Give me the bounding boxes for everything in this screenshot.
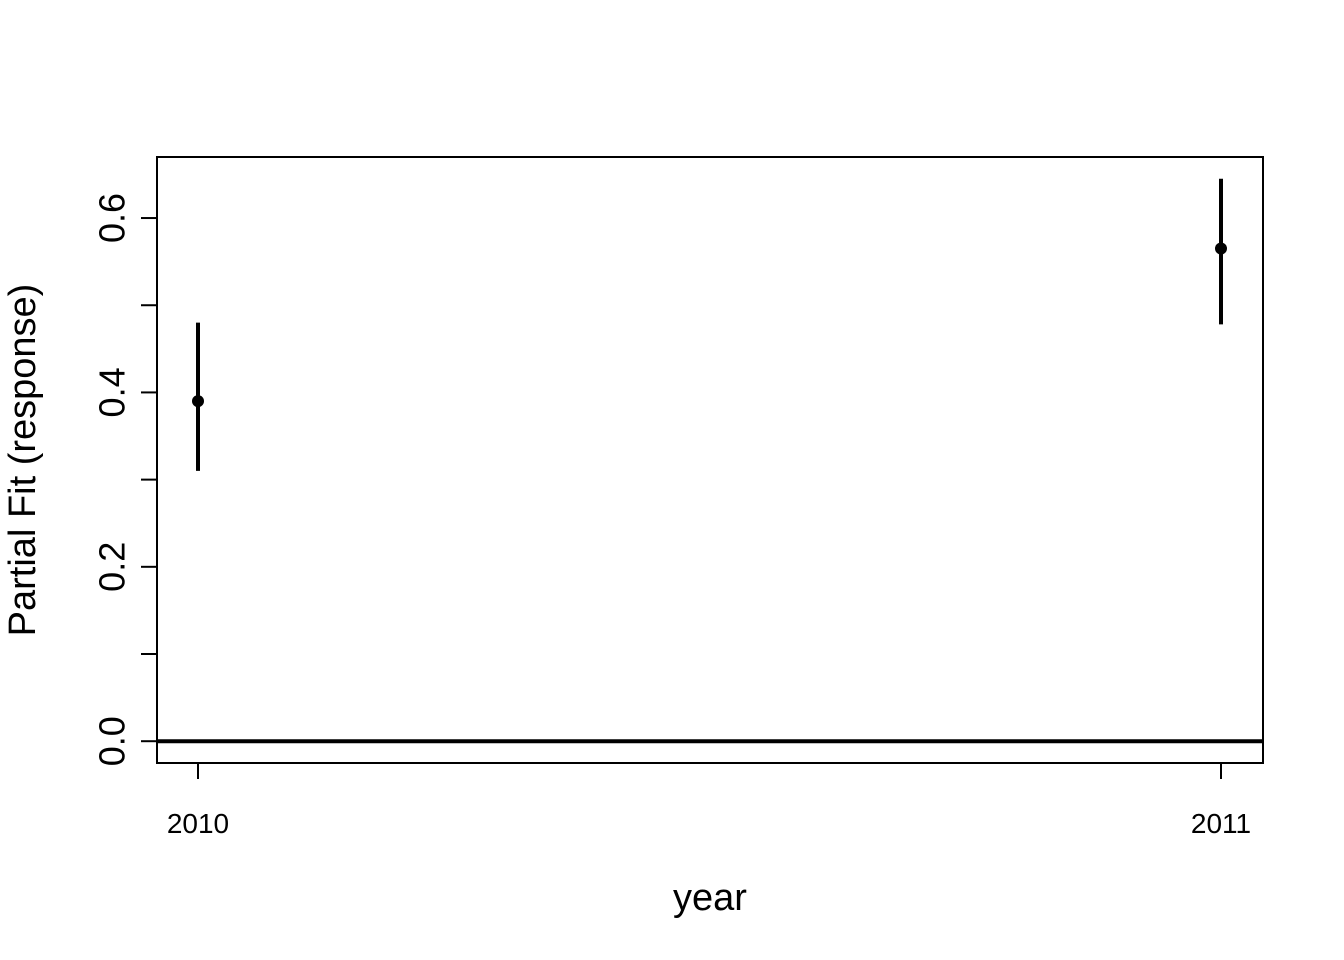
x-tick-label: 2010 <box>167 808 229 839</box>
x-axis-title: year <box>673 877 747 919</box>
data-point <box>1215 242 1227 255</box>
y-tick-label: 0.6 <box>92 193 133 243</box>
data-point <box>192 395 204 408</box>
plot-frame <box>156 156 1264 764</box>
y-tick-label: 0.2 <box>92 542 133 592</box>
y-tick-label: 0.4 <box>92 367 133 417</box>
partial-fit-chart: 0.0 0.2 0.4 0.6 2010 2011 year Partial Fit (… <box>2 156 1264 919</box>
x-axis: 2010 2011 <box>167 763 1251 839</box>
y-axis: 0.0 0.2 0.4 0.6 <box>92 193 157 766</box>
y-axis-title: Partial Fit (response) <box>2 284 44 637</box>
x-tick-label: 2011 <box>1191 808 1251 839</box>
data-marks <box>192 178 1227 471</box>
y-tick-label: 0.0 <box>92 716 133 766</box>
